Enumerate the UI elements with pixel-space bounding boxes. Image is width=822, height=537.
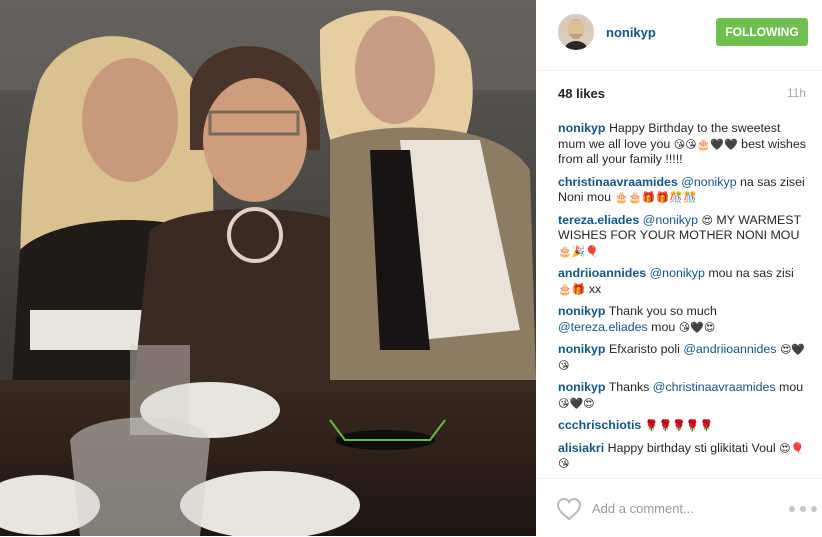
comment-text: mou na sas zisi	[704, 266, 794, 280]
comment-username[interactable]: nonikyp	[558, 380, 606, 394]
comment-text: Happy birthday sti glikitati Voul	[607, 440, 780, 455]
comment-item: nonikyp Thank you so much @tereza.eliade…	[558, 304, 808, 335]
avatar-image	[558, 14, 594, 50]
emoji-run: 😘😘🎂🖤🖤	[673, 137, 738, 151]
comments-list: nonikyp Happy Birthday to the sweetest m…	[558, 121, 808, 479]
comment-username[interactable]: nonikyp	[558, 121, 606, 135]
add-comment-input[interactable]: Add a comment...	[592, 501, 694, 516]
emoji-run: 😘🖤😍	[558, 396, 595, 410]
comment-text: Efxaristo poli	[608, 342, 684, 356]
avatar[interactable]	[558, 14, 594, 50]
emoji-run: 🎂🎁	[558, 282, 586, 296]
mention-link[interactable]: @nonikyp	[643, 213, 698, 227]
post-meta: 48 likes 11h	[558, 86, 808, 102]
post-sidebar: nonikyp FOLLOWING 48 likes 11h nonikyp H…	[536, 0, 822, 536]
comment-username[interactable]: tereza.eliades	[558, 213, 639, 227]
comment-item: ccchrischiotis 🌹🌹🌹🌹🌹	[558, 418, 808, 434]
mention-link[interactable]: @tereza.eliades	[558, 320, 648, 334]
instagram-post: nonikyp FOLLOWING 48 likes 11h nonikyp H…	[0, 0, 822, 536]
mention-link[interactable]: @nonikyp	[650, 266, 705, 280]
comment-text: xx	[585, 281, 602, 296]
comment-item: nonikyp Thanks @christinaavraamides mou …	[558, 380, 808, 411]
comment-username[interactable]: nonikyp	[558, 304, 606, 318]
comment-username[interactable]: christinaavraamides	[558, 175, 678, 189]
emoji-run: 😘🖤😍	[678, 320, 716, 334]
emoji-run: 🎂🎉🎈	[558, 244, 600, 258]
comment-item: alisiakri Happy birthday sti glikitati V…	[558, 441, 808, 472]
likes-count[interactable]: 48 likes	[558, 86, 605, 101]
comment-text: mou	[775, 380, 804, 394]
photo-illustration	[0, 0, 536, 536]
emoji-run: 😍	[701, 213, 713, 227]
comment-item: andriioannides @nonikyp mou na sas zisi …	[558, 266, 808, 297]
post-username[interactable]: nonikyp	[606, 25, 656, 40]
comment-text: Thanks	[608, 380, 653, 394]
comment-text: Thank you so much	[608, 304, 717, 318]
comment-item: tereza.eliades @nonikyp 😍 MY WARMEST WIS…	[558, 213, 808, 260]
post-header: nonikyp FOLLOWING	[536, 0, 822, 71]
post-time[interactable]: 11h	[787, 86, 806, 100]
mention-link[interactable]: @nonikyp	[681, 175, 736, 189]
comment-username[interactable]: andriioannides	[558, 266, 646, 280]
comment-username[interactable]: alisiakri	[558, 441, 604, 455]
mention-link[interactable]: @andriioannides	[683, 342, 776, 356]
comment-item: christinaavraamides @nonikyp na sas zise…	[558, 175, 808, 206]
comment-bar: Add a comment...	[536, 478, 822, 537]
heart-icon[interactable]	[556, 497, 582, 521]
comment-text: mou	[647, 319, 679, 334]
mention-link[interactable]: @christinaavraamides	[653, 380, 776, 394]
following-button[interactable]: FOLLOWING	[716, 18, 808, 46]
emoji-run: 🎂🎂🎁🎁🎊🎊	[614, 191, 697, 204]
comment-username[interactable]: ccchrischiotis	[558, 418, 641, 432]
comment-item: nonikyp Efxaristo poli @andriioannides 😍…	[558, 342, 808, 373]
emoji-run: 🌹🌹🌹🌹🌹	[644, 419, 714, 432]
more-options-icon[interactable]	[788, 505, 818, 513]
post-photo[interactable]	[0, 0, 536, 536]
comment-item: nonikyp Happy Birthday to the sweetest m…	[558, 121, 808, 168]
comment-username[interactable]: nonikyp	[558, 342, 606, 356]
